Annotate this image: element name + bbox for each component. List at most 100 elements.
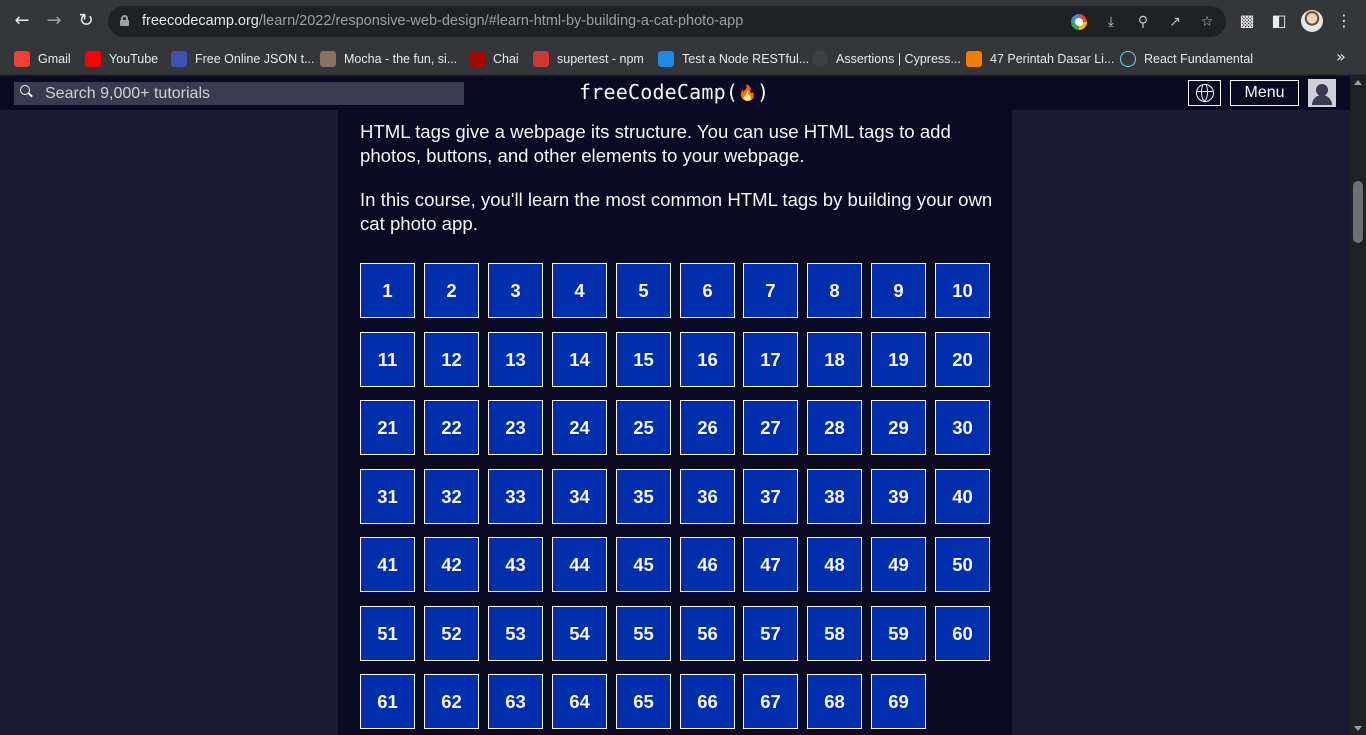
step-button[interactable]: 36	[680, 469, 735, 524]
step-button[interactable]: 66	[680, 674, 735, 729]
step-button[interactable]: 51	[360, 606, 415, 661]
step-button[interactable]: 29	[871, 400, 926, 455]
step-button[interactable]: 62	[424, 674, 479, 729]
lock-icon[interactable]	[120, 15, 129, 26]
step-button[interactable]: 69	[871, 674, 926, 729]
step-button[interactable]: 41	[360, 537, 415, 592]
step-button[interactable]: 25	[616, 400, 671, 455]
url-text[interactable]: freecodecamp.org/learn/2022/responsive-w…	[142, 13, 743, 29]
bookmarks-overflow-icon[interactable]: »	[1336, 47, 1346, 66]
step-button[interactable]: 50	[935, 537, 990, 592]
step-button[interactable]: 32	[424, 469, 479, 524]
step-button[interactable]: 47	[743, 537, 798, 592]
user-avatar[interactable]	[1308, 79, 1336, 107]
step-button[interactable]: 68	[807, 674, 862, 729]
step-button[interactable]: 5	[616, 263, 671, 318]
step-button[interactable]: 34	[552, 469, 607, 524]
step-button[interactable]: 44	[552, 537, 607, 592]
step-button[interactable]: 1	[360, 263, 415, 318]
menu-button[interactable]: Menu	[1230, 80, 1299, 106]
step-button[interactable]: 19	[871, 332, 926, 387]
step-button[interactable]: 43	[488, 537, 543, 592]
step-button[interactable]: 26	[680, 400, 735, 455]
back-icon[interactable]: ←	[12, 11, 32, 31]
bookmark-youtube[interactable]: YouTube	[85, 50, 158, 67]
bookmark-chai[interactable]: Chai	[469, 50, 519, 67]
step-button[interactable]: 24	[552, 400, 607, 455]
step-button[interactable]: 37	[743, 469, 798, 524]
step-button[interactable]: 65	[616, 674, 671, 729]
step-button[interactable]: 46	[680, 537, 735, 592]
address-bar[interactable]: freecodecamp.org/learn/2022/responsive-w…	[108, 6, 1226, 37]
step-button[interactable]: 53	[488, 606, 543, 661]
step-button[interactable]: 64	[552, 674, 607, 729]
side-panel-icon[interactable]: ◧	[1269, 11, 1289, 31]
step-button[interactable]: 21	[360, 400, 415, 455]
bookmark-node-restful[interactable]: Test a Node RESTful...	[658, 50, 809, 67]
language-button[interactable]	[1188, 80, 1221, 106]
step-button[interactable]: 52	[424, 606, 479, 661]
bookmark-react[interactable]: React Fundamental	[1120, 50, 1253, 67]
step-button[interactable]: 13	[488, 332, 543, 387]
page-scrollbar[interactable]	[1350, 76, 1366, 735]
step-button[interactable]: 67	[743, 674, 798, 729]
step-button[interactable]: 35	[616, 469, 671, 524]
step-button[interactable]: 48	[807, 537, 862, 592]
bookmark-perintah-dasar[interactable]: 47 Perintah Dasar Li...	[966, 50, 1114, 67]
step-button[interactable]: 30	[935, 400, 990, 455]
step-button[interactable]: 38	[807, 469, 862, 524]
step-button[interactable]: 56	[680, 606, 735, 661]
browser-profile-avatar[interactable]	[1301, 10, 1323, 32]
step-button[interactable]: 45	[616, 537, 671, 592]
bookmark-star-icon[interactable]: ☆	[1199, 14, 1215, 30]
step-button[interactable]: 3	[488, 263, 543, 318]
step-button[interactable]: 10	[935, 263, 990, 318]
bookmark-supertest[interactable]: supertest - npm	[533, 50, 644, 67]
step-button[interactable]: 17	[743, 332, 798, 387]
forward-icon[interactable]: →	[44, 11, 64, 31]
step-button[interactable]: 58	[807, 606, 862, 661]
step-button[interactable]: 49	[871, 537, 926, 592]
step-button[interactable]: 42	[424, 537, 479, 592]
step-button[interactable]: 60	[935, 606, 990, 661]
step-button[interactable]: 14	[552, 332, 607, 387]
step-button[interactable]: 9	[871, 263, 926, 318]
step-button[interactable]: 28	[807, 400, 862, 455]
step-button[interactable]: 4	[552, 263, 607, 318]
step-button[interactable]: 27	[743, 400, 798, 455]
share-icon[interactable]: ↗	[1167, 14, 1183, 30]
install-app-icon[interactable]: ⤓	[1103, 14, 1119, 30]
step-button[interactable]: 33	[488, 469, 543, 524]
step-button[interactable]: 55	[616, 606, 671, 661]
step-button[interactable]: 23	[488, 400, 543, 455]
bookmark-mocha[interactable]: Mocha - the fun, si...	[320, 50, 457, 67]
bookmark-gmail[interactable]: Gmail	[14, 50, 71, 67]
step-button[interactable]: 18	[807, 332, 862, 387]
zoom-icon[interactable]: ⚲	[1135, 14, 1151, 30]
extensions-icon[interactable]: ▩	[1237, 11, 1257, 31]
scroll-up-arrow-icon[interactable]	[1354, 80, 1362, 85]
step-button[interactable]: 11	[360, 332, 415, 387]
step-button[interactable]: 63	[488, 674, 543, 729]
step-button[interactable]: 2	[424, 263, 479, 318]
scroll-down-arrow-icon[interactable]	[1354, 726, 1362, 731]
step-button[interactable]: 16	[680, 332, 735, 387]
step-button[interactable]: 7	[743, 263, 798, 318]
scrollbar-thumb[interactable]	[1353, 181, 1363, 243]
step-button[interactable]: 6	[680, 263, 735, 318]
step-button[interactable]: 15	[616, 332, 671, 387]
step-button[interactable]: 57	[743, 606, 798, 661]
browser-menu-icon[interactable]: ⋮	[1334, 11, 1354, 31]
google-lens-icon[interactable]	[1071, 14, 1087, 30]
step-button[interactable]: 61	[360, 674, 415, 729]
step-button[interactable]: 8	[807, 263, 862, 318]
step-button[interactable]: 31	[360, 469, 415, 524]
step-button[interactable]: 54	[552, 606, 607, 661]
bookmark-cypress[interactable]: Assertions | Cypress...	[812, 50, 961, 67]
step-button[interactable]: 12	[424, 332, 479, 387]
step-button[interactable]: 20	[935, 332, 990, 387]
step-button[interactable]: 40	[935, 469, 990, 524]
step-button[interactable]: 39	[871, 469, 926, 524]
step-button[interactable]: 59	[871, 606, 926, 661]
step-button[interactable]: 22	[424, 400, 479, 455]
